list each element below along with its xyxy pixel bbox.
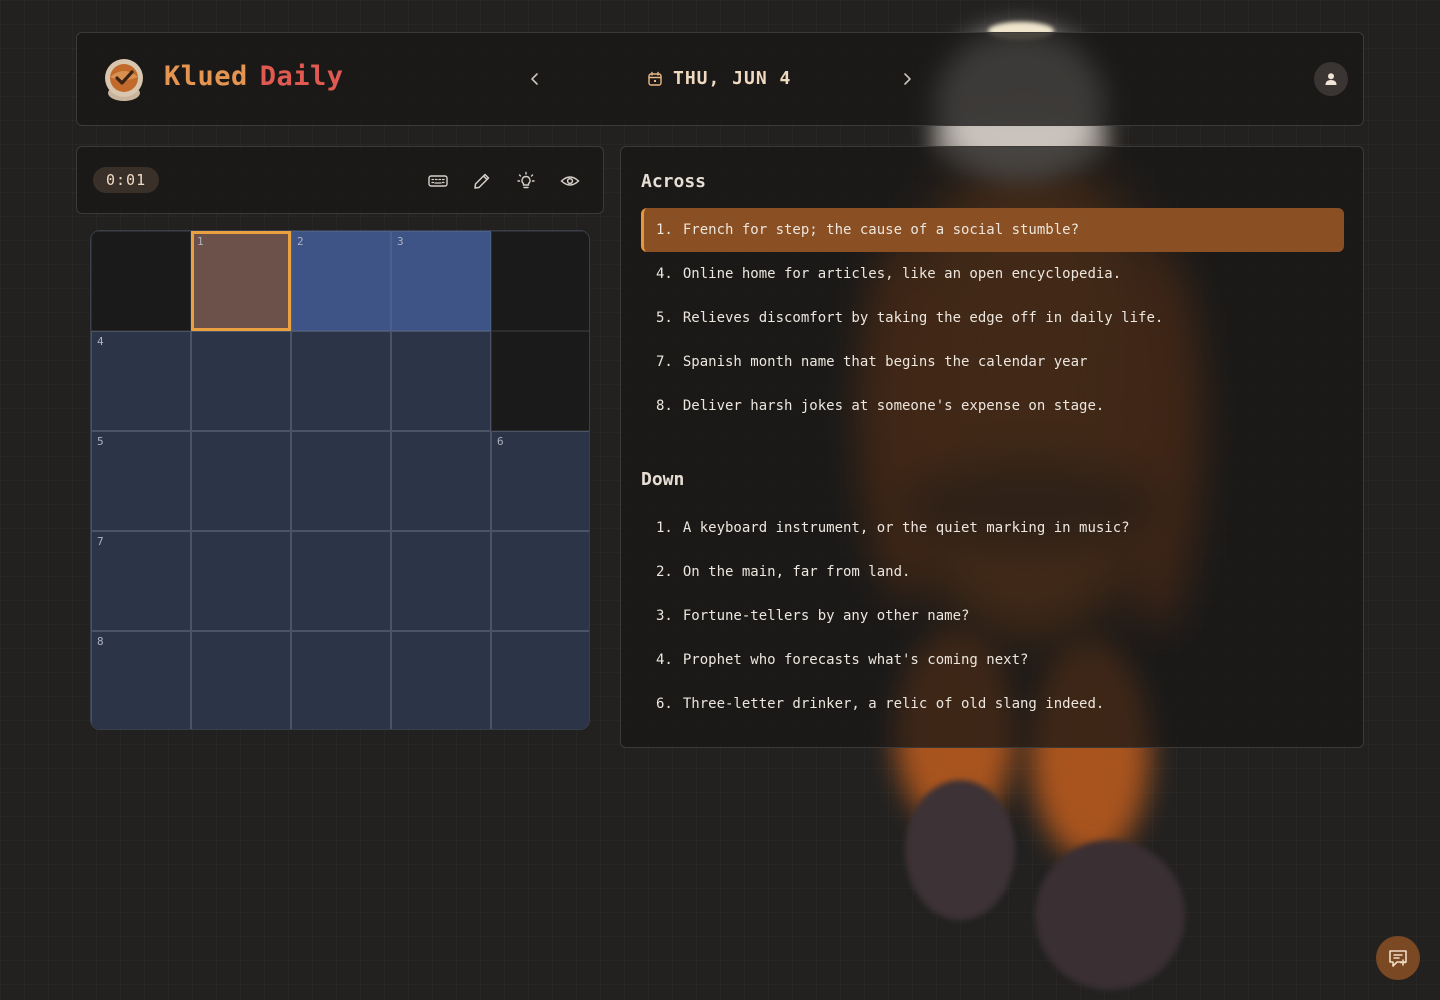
grid-cell[interactable] — [491, 631, 589, 729]
cell-number: 1 — [197, 235, 204, 248]
grid-cell[interactable] — [291, 431, 391, 531]
grid-cell[interactable]: 3 — [391, 231, 491, 331]
clue-number: 7. — [656, 354, 673, 370]
cell-number: 6 — [497, 435, 504, 448]
across-clue[interactable]: 4. Online home for articles, like an open… — [641, 252, 1344, 296]
timer[interactable]: 0:01 — [93, 167, 160, 193]
grid-cell[interactable] — [391, 431, 491, 531]
reveal-button[interactable] — [558, 169, 582, 193]
clue-number: 6. — [656, 696, 673, 712]
brand-title[interactable]: Klued Daily — [164, 61, 344, 92]
clue-text: Spanish month name that begins the calen… — [682, 354, 1088, 370]
clue-text: A keyboard instrument, or the quiet mark… — [682, 520, 1130, 536]
clue-number: 3. — [656, 608, 673, 624]
grid-block-cell — [491, 231, 589, 331]
astronaut-helmet-check-icon — [103, 57, 145, 103]
grid-cell[interactable] — [191, 431, 291, 531]
clue-text: Prophet who forecasts what's coming next… — [682, 652, 1029, 668]
grid-block-cell — [491, 331, 589, 431]
hint-button[interactable] — [514, 169, 538, 193]
down-clue[interactable]: 3. Fortune-tellers by any other name? — [641, 594, 1344, 638]
puzzle-toolbar: 0:01 — [76, 146, 604, 214]
brand-word-2: Daily — [259, 61, 344, 92]
calendar-icon — [648, 71, 662, 86]
clue-number: 4. — [656, 652, 673, 668]
grid-cell[interactable] — [191, 531, 291, 631]
crossword-grid: 1 2 3 4 5 6 7 8 — [90, 230, 590, 730]
across-clue[interactable]: 1. French for step; the cause of a social… — [641, 208, 1344, 252]
cell-number: 7 — [97, 535, 104, 548]
down-clue[interactable]: 6. Three-letter drinker, a relic of old s… — [641, 682, 1344, 726]
grid-block-cell — [91, 231, 191, 331]
user-profile-button[interactable] — [1314, 62, 1348, 96]
next-day-button[interactable] — [895, 67, 919, 91]
keyboard-button[interactable] — [426, 169, 450, 193]
clue-text: On the main, far from land. — [682, 564, 911, 580]
clue-number: 4. — [656, 266, 673, 282]
grid-cell[interactable] — [291, 531, 391, 631]
clue-number: 2. — [656, 564, 673, 580]
down-clue[interactable]: 4. Prophet who forecasts what's coming ne… — [641, 638, 1344, 682]
grid-cell[interactable]: 5 — [91, 431, 191, 531]
clue-number: 5. — [656, 310, 673, 326]
lightbulb-icon — [517, 171, 535, 189]
clue-text: French for step; the cause of a social s… — [682, 222, 1080, 238]
clue-text: Online home for articles, like an open e… — [682, 266, 1122, 282]
grid-cell[interactable] — [391, 531, 491, 631]
prev-day-button[interactable] — [523, 67, 547, 91]
grid-cell[interactable] — [291, 331, 391, 431]
chevron-right-icon — [904, 73, 911, 85]
cell-number: 2 — [297, 235, 304, 248]
chevron-left-icon — [531, 73, 538, 85]
brand-word-1: Klued — [164, 61, 248, 92]
grid-cell[interactable] — [391, 631, 491, 729]
grid-cell[interactable]: 8 — [91, 631, 191, 729]
grid-cell[interactable] — [191, 331, 291, 431]
clue-text: Deliver harsh jokes at someone's expense… — [682, 398, 1105, 414]
grid-cell[interactable]: 6 — [491, 431, 589, 531]
clue-text: Relieves discomfort by taking the edge o… — [682, 310, 1164, 326]
grid-cell[interactable] — [391, 331, 491, 431]
cell-number: 5 — [97, 435, 104, 448]
clue-number: 1. — [656, 222, 673, 238]
across-clue[interactable]: 8. Deliver harsh jokes at someone's expen… — [641, 384, 1344, 428]
down-clue[interactable]: 2. On the main, far from land. — [641, 550, 1344, 594]
grid-cell[interactable] — [491, 531, 589, 631]
feedback-button[interactable] — [1376, 936, 1420, 980]
grid-cell[interactable]: 7 — [91, 531, 191, 631]
grid-cell[interactable]: 2 — [291, 231, 391, 331]
app-header: Klued Daily THU, JUN 4 — [76, 32, 1364, 126]
cell-number: 8 — [97, 635, 104, 648]
across-clue-list: 1. French for step; the cause of a social… — [641, 208, 1344, 428]
grid-cell[interactable] — [291, 631, 391, 729]
date-selector[interactable]: THU, JUN 4 — [647, 68, 791, 89]
clue-number: 8. — [656, 398, 673, 414]
pencil-icon — [474, 173, 490, 189]
feedback-chat-icon — [1389, 950, 1407, 967]
clue-text: Fortune-tellers by any other name? — [682, 608, 970, 624]
down-clue-list: 1. A keyboard instrument, or the quiet ma… — [641, 506, 1344, 726]
clue-number: 1. — [656, 520, 673, 536]
grid-cell[interactable] — [191, 631, 291, 729]
pencil-button[interactable] — [470, 169, 494, 193]
grid-cell[interactable]: 4 — [91, 331, 191, 431]
across-clue[interactable]: 5. Relieves discomfort by taking the edge… — [641, 296, 1344, 340]
clues-panel: Across 1. French for step; the cause of a… — [620, 146, 1364, 748]
current-date: THU, JUN 4 — [673, 68, 792, 89]
clue-text: Three-letter drinker, a relic of old sla… — [682, 696, 1105, 712]
user-icon — [1325, 73, 1337, 85]
cell-number: 3 — [397, 235, 404, 248]
eye-icon — [560, 176, 580, 186]
down-heading: Down — [641, 469, 685, 490]
cell-number: 4 — [97, 335, 104, 348]
across-heading: Across — [641, 171, 707, 192]
across-clue[interactable]: 7. Spanish month name that begins the cal… — [641, 340, 1344, 384]
grid-cell[interactable]: 1 — [191, 231, 291, 331]
down-clue[interactable]: 1. A keyboard instrument, or the quiet ma… — [641, 506, 1344, 550]
keyboard-icon — [428, 175, 448, 187]
